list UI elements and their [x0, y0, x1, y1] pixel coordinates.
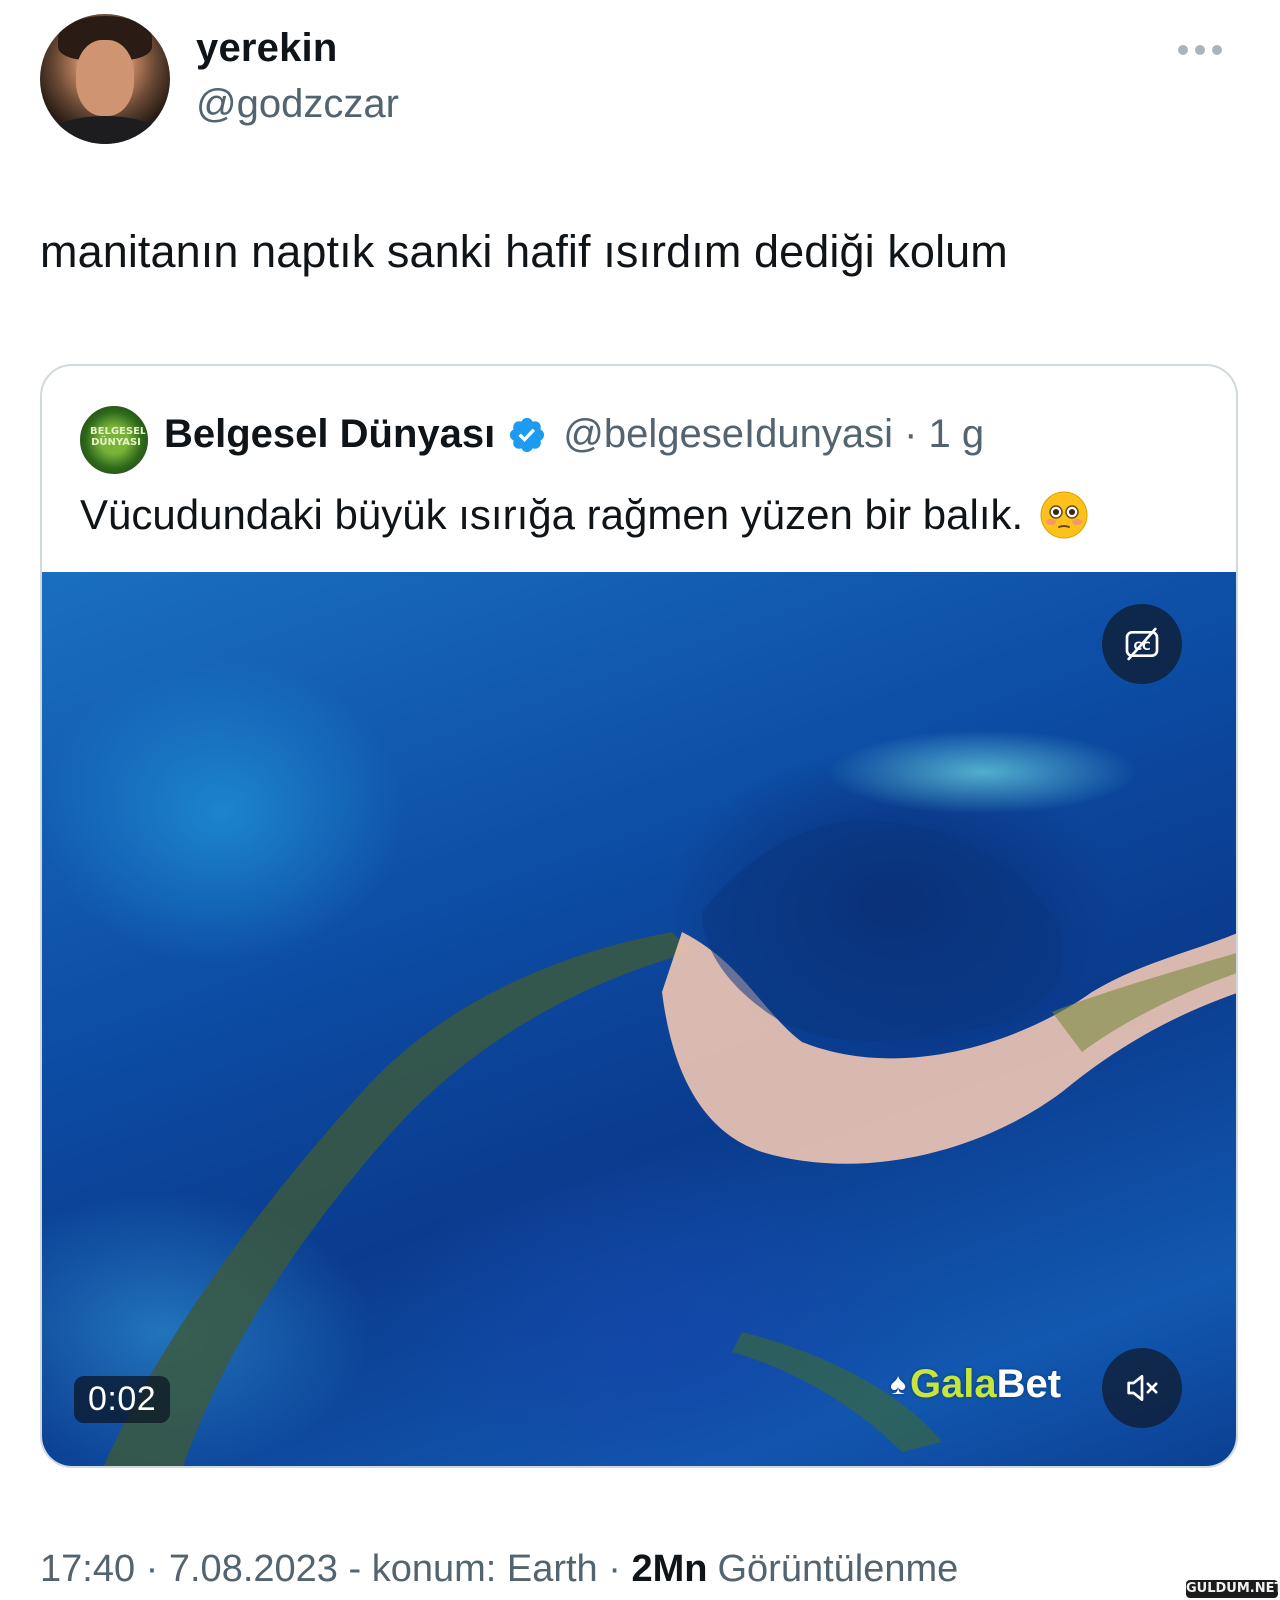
spade-icon: ♠	[890, 1367, 906, 1401]
author-avatar[interactable]	[40, 14, 170, 144]
views-count: 2Mn	[631, 1548, 708, 1590]
dot	[1178, 45, 1188, 55]
tweet-timestamp[interactable]: 17:40 · 7.08.2023	[40, 1548, 338, 1591]
verified-badge-icon	[510, 417, 545, 452]
avatar-face	[76, 40, 134, 116]
avatar-logo-text: BELGESEL DÜNYASI	[90, 426, 147, 448]
tweet-text: manitanın naptık sanki hafif ısırdım ded…	[40, 226, 1008, 277]
dot	[1212, 45, 1222, 55]
watermark-suffix: Bet	[996, 1362, 1062, 1406]
video-watermark: ♠ Gala Bet	[890, 1362, 1061, 1407]
quoted-handle-time[interactable]: @belgeseIdunyasi · 1 g	[563, 412, 984, 457]
quoted-author-avatar[interactable]: BELGESEL DÜNYASI	[80, 406, 148, 474]
mute-button[interactable]	[1102, 1348, 1182, 1428]
video-player[interactable]: CC 0:02 ♠ Gala Bet	[42, 572, 1236, 1466]
author-display-name[interactable]: yerekin	[196, 26, 338, 71]
avatar-shirt	[48, 116, 162, 144]
quoted-tweet-header: Belgesel Dünyası @belgeseIdunyasi · 1 g	[164, 412, 984, 457]
site-watermark: GULDUM.NET	[1186, 1580, 1280, 1598]
author-handle[interactable]: @godzczar	[196, 82, 399, 127]
captions-button[interactable]: CC	[1102, 604, 1182, 684]
quoted-tweet-card[interactable]: BELGESEL DÜNYASI Belgesel Dünyası @belge…	[40, 364, 1238, 1468]
tweet-location: - konum: Earth ·	[337, 1548, 632, 1590]
views-label: Görüntülenme	[717, 1548, 959, 1590]
flushed-face-icon	[1040, 491, 1088, 539]
tweet-meta: 17:40 · 7.08.2023 - konum: Earth · 2Mn G…	[40, 1548, 958, 1591]
more-horizontal-icon[interactable]	[1178, 38, 1230, 62]
watermark-prefix: Gala	[909, 1362, 997, 1406]
video-frame	[103, 820, 1236, 1466]
dot	[1195, 45, 1205, 55]
captions-off-icon: CC	[1125, 627, 1159, 661]
quoted-tweet-text-row: Vücudundaki büyük ısırığa rağmen yüzen b…	[80, 490, 1089, 540]
quoted-tweet-text: Vücudundaki büyük ısırığa rağmen yüzen b…	[80, 491, 1024, 538]
video-duration: 0:02	[74, 1376, 171, 1423]
speaker-muted-icon	[1127, 1375, 1158, 1401]
quoted-author-name[interactable]: Belgesel Dünyası	[164, 412, 495, 457]
